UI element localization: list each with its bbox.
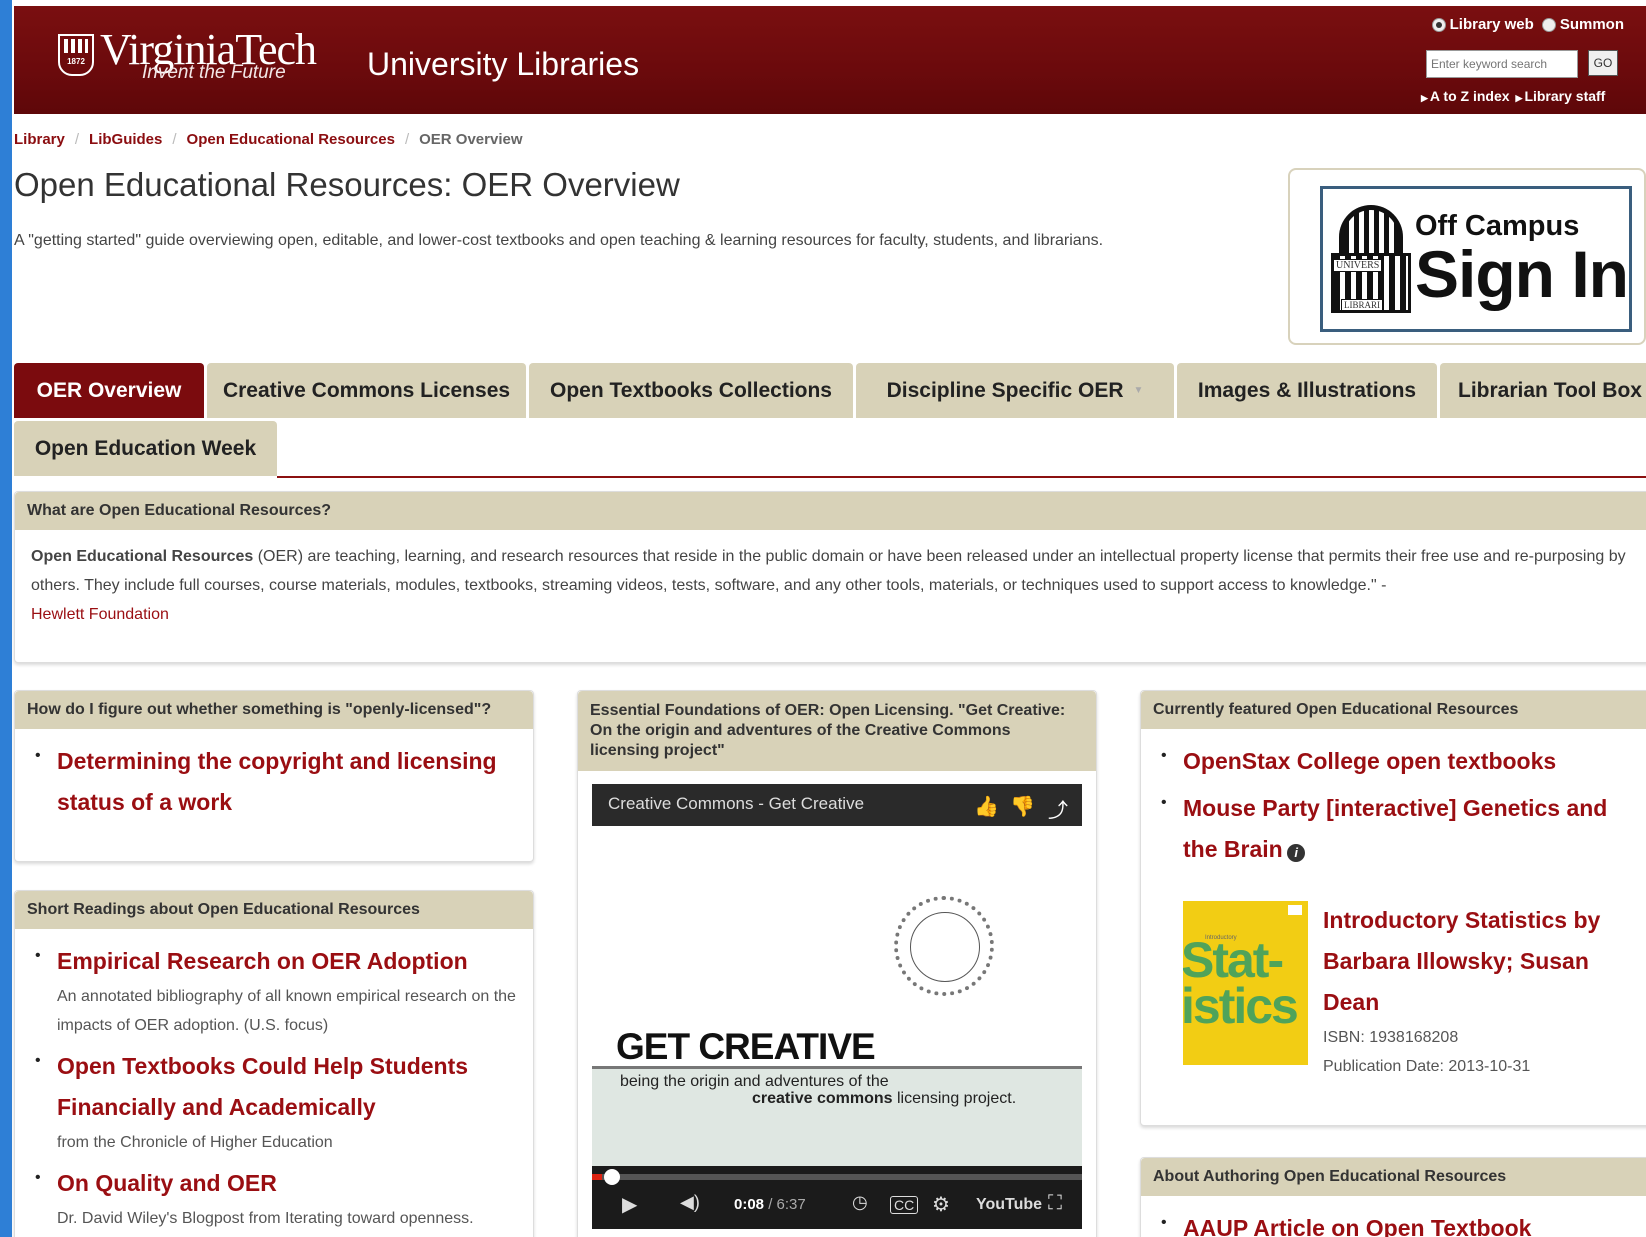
tab-underline <box>277 476 1646 478</box>
atoz-link[interactable]: ▶ A to Z index <box>1421 88 1510 104</box>
video-subtitle-line2: creative commons licensing project. <box>752 1090 1017 1107</box>
thumbs-down-icon[interactable]: 👎 <box>1010 794 1035 819</box>
video-title[interactable]: Creative Commons - Get Creative <box>592 784 1082 826</box>
what-are-oer-box: What are Open Educational Resources? Ope… <box>14 491 1646 663</box>
video-controls: ▶ ◀) 0:08 / 6:37 ◷ CC ⚙ YouTube ⛶ <box>592 1166 1082 1229</box>
oer-definition: (OER) are teaching, learning, and resear… <box>31 548 1626 594</box>
reading-desc: An annotated bibliography of all known e… <box>57 988 516 1034</box>
tab-discipline-specific[interactable]: Discipline Specific OER ▼ <box>856 363 1174 418</box>
tab-open-education-week[interactable]: Open Education Week <box>14 421 277 476</box>
box-title: Currently featured Open Educational Reso… <box>1141 691 1646 729</box>
book-isbn: ISBN: 1938168208 <box>1323 1029 1459 1046</box>
info-icon[interactable]: i <box>1287 844 1306 862</box>
thumbs-up-icon[interactable]: 👍 <box>974 794 999 819</box>
tab-creative-commons[interactable]: Creative Commons Licenses <box>207 363 526 418</box>
authoring-oer-box: About Authoring Open Educational Resourc… <box>1140 1157 1646 1237</box>
site-header: 1872 VirginiaTech Invent the Future Univ… <box>14 6 1646 114</box>
tab-oer-overview[interactable]: OER Overview <box>14 363 204 418</box>
list-item: On Quality and OER Dr. David Wiley's Blog… <box>29 1163 519 1233</box>
chevron-down-icon: ▼ <box>1133 385 1144 396</box>
open-license-box: How do I figure out whether something is… <box>14 690 534 862</box>
tab-librarian-toolbox[interactable]: Librarian Tool Box <box>1440 363 1646 418</box>
book-title-link[interactable]: Introductory Statistics by Barbara Illow… <box>1323 900 1643 1023</box>
reading-desc: Dr. David Wiley's Blogpost from Iteratin… <box>57 1210 474 1227</box>
reading-link[interactable]: On Quality and OER <box>57 1170 277 1196</box>
play-icon[interactable]: ▶ <box>622 1192 637 1217</box>
quick-links: ▶ A to Z index ▶ Library staff <box>1421 88 1605 104</box>
vt-shield-icon: 1872 <box>58 34 94 76</box>
box-body: Open Educational Resources (OER) are tea… <box>15 530 1646 641</box>
breadcrumb-library[interactable]: Library <box>14 131 65 148</box>
radio-library-web[interactable] <box>1431 17 1446 32</box>
radio-library-web-label: Library web <box>1449 16 1534 33</box>
oer-term: Open Educational Resources <box>31 548 254 565</box>
list-item: AAUP Article on Open Textbook <box>1155 1208 1639 1237</box>
reading-link[interactable]: Empirical Research on OER Adoption <box>57 948 468 974</box>
search-input[interactable] <box>1426 50 1578 78</box>
video-time: 0:08 / 6:37 <box>734 1196 806 1213</box>
watch-later-icon[interactable]: ◷ <box>852 1192 868 1213</box>
page-title: Open Educational Resources: OER Overview <box>14 166 680 203</box>
video-subtitle-line1: being the origin and adventures of the <box>620 1073 889 1090</box>
box-title: What are Open Educational Resources? <box>15 492 1646 530</box>
hewlett-link[interactable]: Hewlett Foundation <box>31 606 169 623</box>
vt-tagline: Invent the Future <box>142 62 286 83</box>
breadcrumb: Library / LibGuides / Open Educational R… <box>14 131 523 148</box>
off-campus-signin-button[interactable]: UNIVERS LIBRARI Off Campus Sign In <box>1320 186 1632 332</box>
list-item: Mouse Party [interactive] Genetics and t… <box>1155 788 1639 870</box>
box-title: Short Readings about Open Educational Re… <box>15 891 533 929</box>
volume-icon[interactable]: ◀) <box>680 1192 700 1213</box>
loading-spinner-icon <box>894 896 994 996</box>
openstax-link[interactable]: OpenStax College open textbooks <box>1183 748 1556 774</box>
go-button[interactable]: GO <box>1588 50 1618 76</box>
tab-open-textbooks[interactable]: Open Textbooks Collections <box>529 363 853 418</box>
mouse-party-link[interactable]: Mouse Party [interactive] Genetics and t… <box>1183 795 1607 862</box>
box-title: Essential Foundations of OER: Open Licen… <box>578 691 1096 771</box>
list-item: OpenStax College open textbooks <box>1155 741 1639 782</box>
box-title: How do I figure out whether something is… <box>15 691 533 729</box>
breadcrumb-oer[interactable]: Open Educational Resources <box>187 131 395 148</box>
video-player[interactable]: Creative Commons - Get Creative 👍 👎 ⤴ GE… <box>592 784 1082 1229</box>
library-staff-link[interactable]: ▶ Library staff <box>1516 88 1606 104</box>
breadcrumb-current: OER Overview <box>419 131 523 148</box>
reading-link[interactable]: Open Textbooks Could Help Students Finan… <box>57 1053 468 1120</box>
radio-summon-label: Summon <box>1559 16 1624 33</box>
breadcrumb-separator: / <box>74 131 80 148</box>
video-headline: GET CREATIVE <box>616 1026 876 1067</box>
signin-box: UNIVERS LIBRARI Off Campus Sign In <box>1288 168 1646 345</box>
youtube-logo[interactable]: YouTube <box>976 1196 1042 1214</box>
video-progress-bar[interactable] <box>592 1174 1082 1180</box>
copyright-status-link[interactable]: Determining the copyright and licensing … <box>57 748 497 815</box>
share-icon[interactable]: ⤴ <box>1048 794 1068 823</box>
book-pub-date: Publication Date: 2013-10-31 <box>1323 1058 1531 1075</box>
left-edge-bar <box>0 0 12 1237</box>
breadcrumb-libguides[interactable]: LibGuides <box>89 131 162 148</box>
breadcrumb-separator: / <box>172 131 177 148</box>
list-item: Determining the copyright and licensing … <box>29 741 519 823</box>
page-description: A "getting started" guide overviewing op… <box>14 232 1104 249</box>
book-cover-image[interactable]: Introductory Stat-istics <box>1183 901 1308 1065</box>
captions-icon[interactable]: CC <box>890 1196 919 1214</box>
list-item: Empirical Research on OER Adoption An ann… <box>29 941 519 1040</box>
site-title[interactable]: University Libraries <box>367 46 639 83</box>
radio-summon[interactable] <box>1541 17 1556 32</box>
reading-desc: from the Chronicle of Higher Education <box>57 1134 333 1151</box>
aaup-article-link[interactable]: AAUP Article on Open Textbook <box>1183 1215 1531 1237</box>
breadcrumb-separator: / <box>404 131 410 148</box>
library-building-icon: UNIVERS LIBRARI <box>1331 199 1411 319</box>
box-title: About Authoring Open Educational Resourc… <box>1141 1158 1646 1196</box>
signin-line2: Sign In <box>1415 236 1629 311</box>
tab-images[interactable]: Images & Illustrations <box>1177 363 1437 418</box>
short-readings-box: Short Readings about Open Educational Re… <box>14 890 534 1237</box>
fullscreen-icon[interactable]: ⛶ <box>1048 1192 1062 1215</box>
book-details: Introductory Statistics by Barbara Illow… <box>1323 900 1643 1081</box>
settings-gear-icon[interactable]: ⚙ <box>932 1192 950 1217</box>
search-scope: Library web Summon <box>1431 16 1624 33</box>
seek-handle[interactable] <box>604 1169 620 1185</box>
list-item: Open Textbooks Could Help Students Finan… <box>29 1046 519 1157</box>
